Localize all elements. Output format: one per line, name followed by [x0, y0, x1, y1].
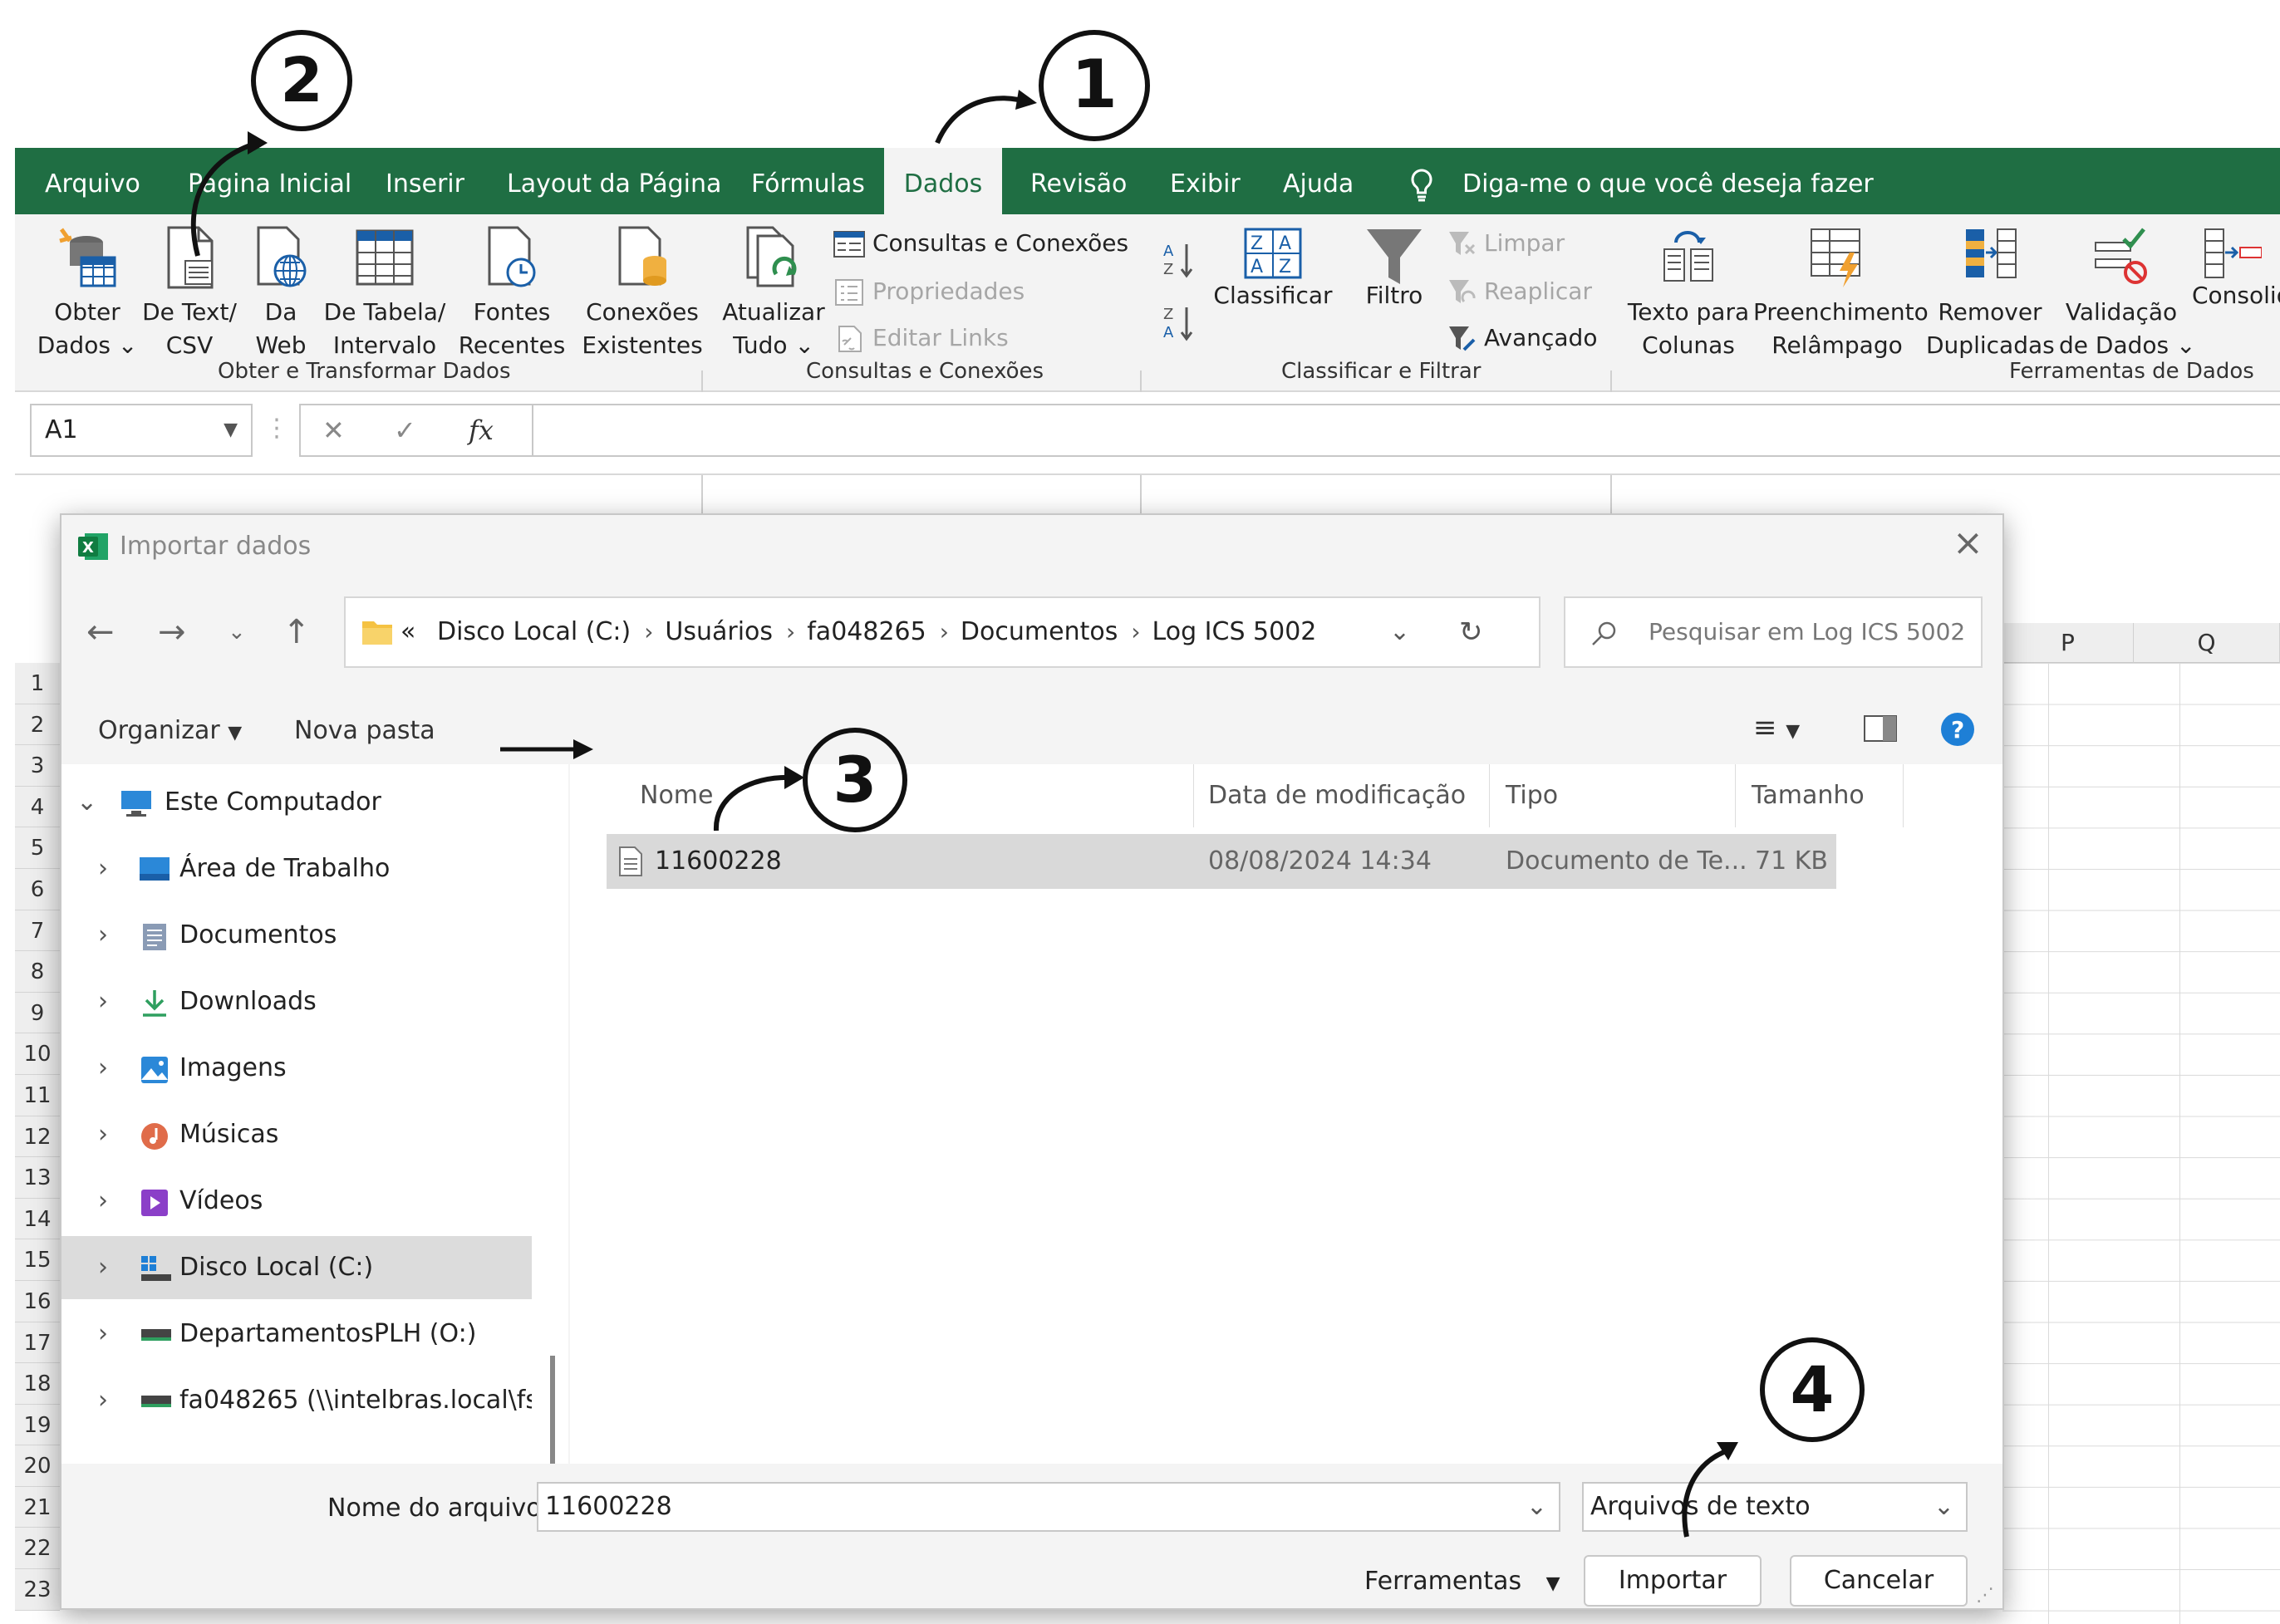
annotation-arrow-2 [190, 140, 258, 257]
annotation-arrow-3 [713, 774, 794, 832]
annotation-arrowhead [1015, 90, 1037, 110]
annotation-badge-3: 3 [803, 728, 907, 832]
annotation-badge-2: 2 [251, 30, 352, 131]
annotation-arrow-4 [1682, 1448, 1730, 1538]
annotation-badge-1: 1 [1039, 30, 1150, 141]
screenshot-root: Arquivo Página Inicial Inserir Layout da… [0, 0, 2280, 1624]
annotation-arrowhead [573, 739, 593, 759]
annotation-arrowhead [248, 131, 268, 155]
annotation-arrows [190, 90, 1738, 1538]
annotation-badge-4: 4 [1760, 1337, 1865, 1442]
annotation-arrowhead [784, 766, 804, 789]
